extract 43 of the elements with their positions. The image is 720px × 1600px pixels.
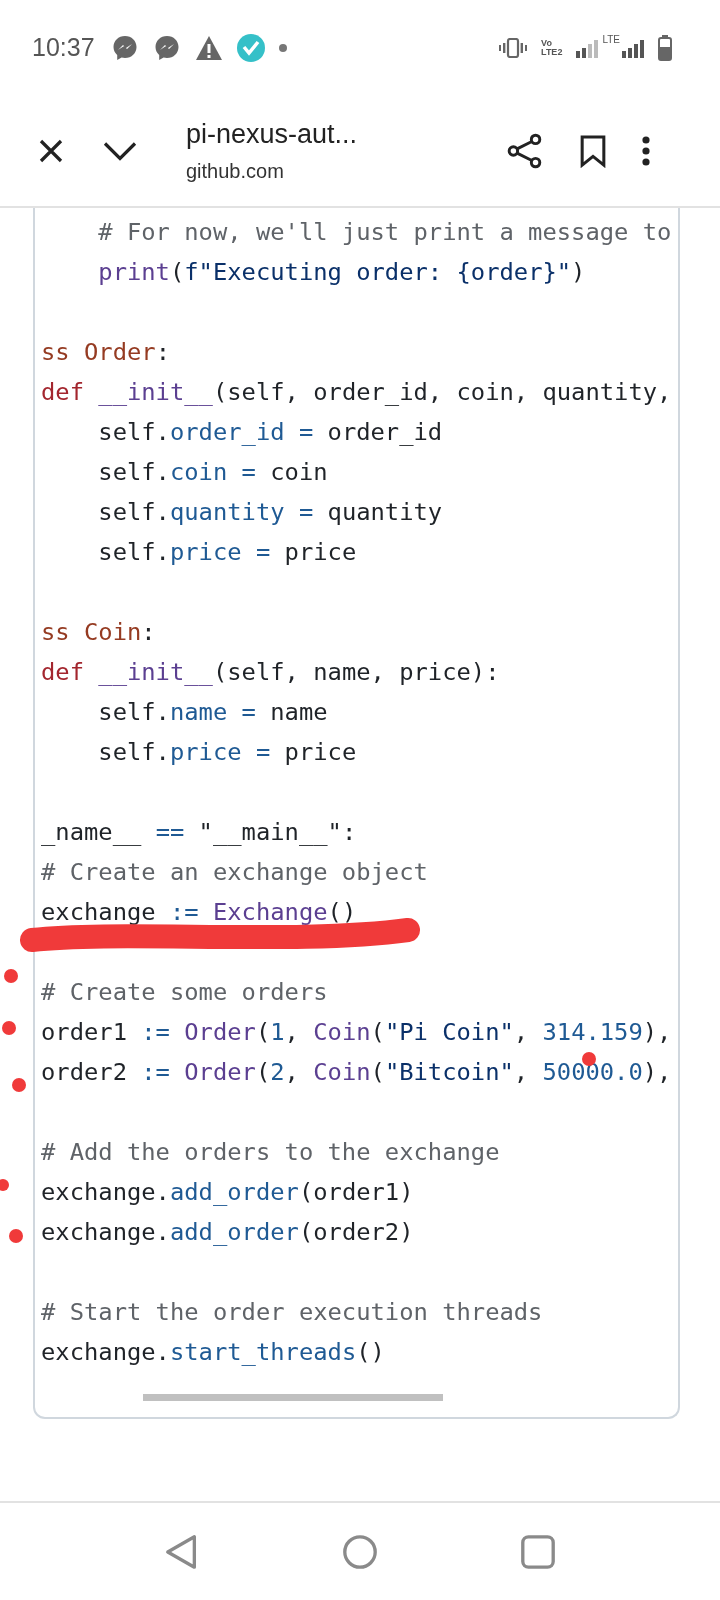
dot-icon <box>278 43 287 52</box>
volte-label: LTE2 <box>541 47 563 57</box>
code-line: # Start the order execution threads <box>41 1297 544 1328</box>
code-line: exchange := Exchange() <box>41 897 358 928</box>
scrollbar[interactable] <box>143 1394 443 1401</box>
bookmark-icon <box>580 133 606 168</box>
code-line: self.price = price <box>97 737 358 768</box>
more-icon <box>642 135 650 166</box>
warning-icon <box>194 34 223 61</box>
network-label: LTE <box>602 34 620 45</box>
home-icon[interactable] <box>341 1532 379 1571</box>
chevron-down-icon <box>102 140 138 161</box>
page-title: pi-nexus-aut... <box>186 118 359 150</box>
code-line: self.name = name <box>97 697 329 728</box>
share-icon <box>506 131 544 170</box>
code-line: exchange.add_order(order2) <box>41 1217 415 1248</box>
code-line: # Create an exchange object <box>41 857 429 888</box>
battery-icon <box>658 34 672 61</box>
code-line: order2 := Order(2, Coin("Bitcoin", 50000.0), <box>41 1057 673 1088</box>
signal-icon <box>576 37 599 58</box>
code-line: exchange.add_order(order1) <box>41 1177 415 1208</box>
page-url: github.com <box>186 159 285 183</box>
volte-label: Vo <box>541 38 553 48</box>
code-line: # Add the orders to the exchange <box>41 1137 501 1168</box>
code-line: print(f"Executing order: {order}") <box>97 257 587 288</box>
code-line: order1 := Order(1, Coin("Pi Coin", 314.159), <box>41 1017 673 1048</box>
code-line: ss Coin: <box>41 617 157 648</box>
code-line: self.quantity = quantity <box>97 497 444 528</box>
vibrate-icon <box>499 37 528 58</box>
code-line: ss Order: <box>41 337 171 368</box>
code-line: self.price = price <box>97 537 358 568</box>
clock: 10:37 <box>32 33 95 62</box>
code-line: def __init__(self, order_id, coin, quantity, <box>41 377 673 408</box>
checkmark-app-icon <box>236 33 265 62</box>
code-line: def __init__(self, name, price): <box>41 657 501 688</box>
code-line: _name__ == "__main__": <box>41 817 358 848</box>
code-line: exchange.start_threads() <box>41 1337 386 1368</box>
signal-icon <box>622 37 644 58</box>
code-line: self.order_id = order_id <box>97 417 444 448</box>
code-line: # For now, we'll just print a message to <box>97 217 673 248</box>
code-line: # Create some orders <box>41 977 329 1008</box>
code-line: self.coin = coin <box>97 457 329 488</box>
recents-icon[interactable] <box>519 1532 557 1571</box>
